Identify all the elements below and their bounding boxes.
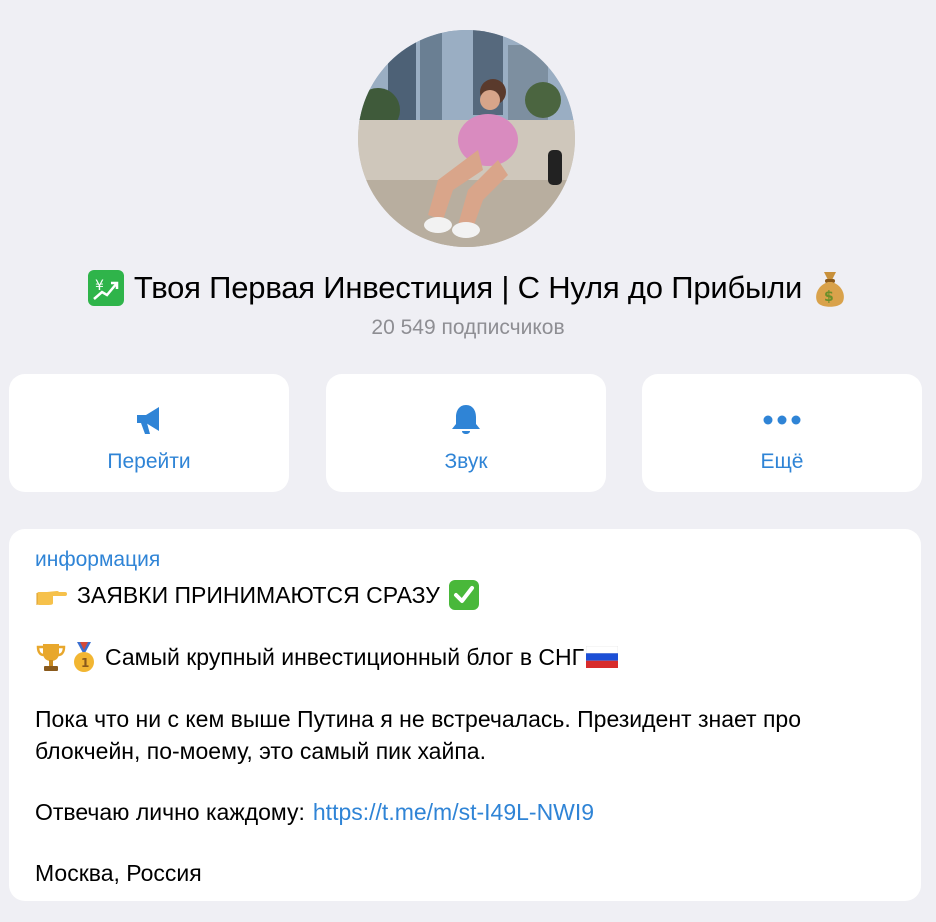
more-dots-icon	[762, 400, 802, 440]
info-line4-text: Отвечаю лично каждому:	[35, 799, 305, 825]
pointing-hand-icon	[35, 583, 69, 607]
info-line-putin: Пока что ни с кем выше Путина я не встре…	[35, 706, 801, 764]
action-buttons: Перейти Звук Ещё	[9, 374, 922, 492]
svg-text:$: $	[824, 289, 834, 305]
go-button[interactable]: Перейти	[9, 374, 289, 492]
money-bag-icon: $	[812, 268, 848, 308]
svg-text:1: 1	[81, 656, 89, 670]
check-mark-icon	[448, 579, 480, 611]
trophy-icon	[35, 641, 67, 673]
subscriber-count: 20 549 подписчиков	[371, 316, 565, 339]
channel-title: Твоя Первая Инвестиция | С Нуля до Прибы…	[133, 270, 803, 305]
sound-button-label: Звук	[444, 450, 488, 473]
info-line-contact: Отвечаю лично каждому: https://t.me/m/st…	[35, 796, 594, 828]
sound-button[interactable]: Звук	[326, 374, 606, 492]
info-line-applications: ЗАЯВКИ ПРИНИМАЮТСЯ СРАЗУ	[35, 579, 480, 611]
more-button-label: Ещё	[760, 450, 804, 473]
more-button[interactable]: Ещё	[642, 374, 922, 492]
chart-yen-up-icon: ¥	[87, 270, 124, 306]
russia-flag-icon	[586, 646, 619, 668]
megaphone-icon	[132, 400, 166, 440]
info-card: информация ЗАЯВКИ ПРИНИМАЮТСЯ СРАЗУ 1 Са…	[9, 529, 921, 901]
info-line-location: Москва, Россия	[35, 860, 202, 886]
gold-medal-icon: 1	[71, 641, 97, 673]
channel-title-row: ¥ Твоя Первая Инвестиция | С Нуля до При…	[0, 262, 936, 314]
info-line-blog: 1 Самый крупный инвестиционный блог в СН…	[35, 641, 619, 673]
info-line1-text: ЗАЯВКИ ПРИНИМАЮТСЯ СРАЗУ	[77, 582, 440, 608]
avatar-photo	[358, 30, 575, 247]
channel-profile: ¥ Твоя Первая Инвестиция | С Нуля до При…	[0, 0, 936, 922]
channel-avatar[interactable]	[358, 30, 575, 247]
info-line2-text: Самый крупный инвестиционный блог в СНГ	[105, 644, 585, 670]
bell-icon	[449, 400, 483, 440]
go-button-label: Перейти	[107, 450, 191, 473]
contact-link[interactable]: https://t.me/m/st-I49L-NWI9	[313, 796, 594, 828]
info-label: информация	[35, 548, 161, 571]
